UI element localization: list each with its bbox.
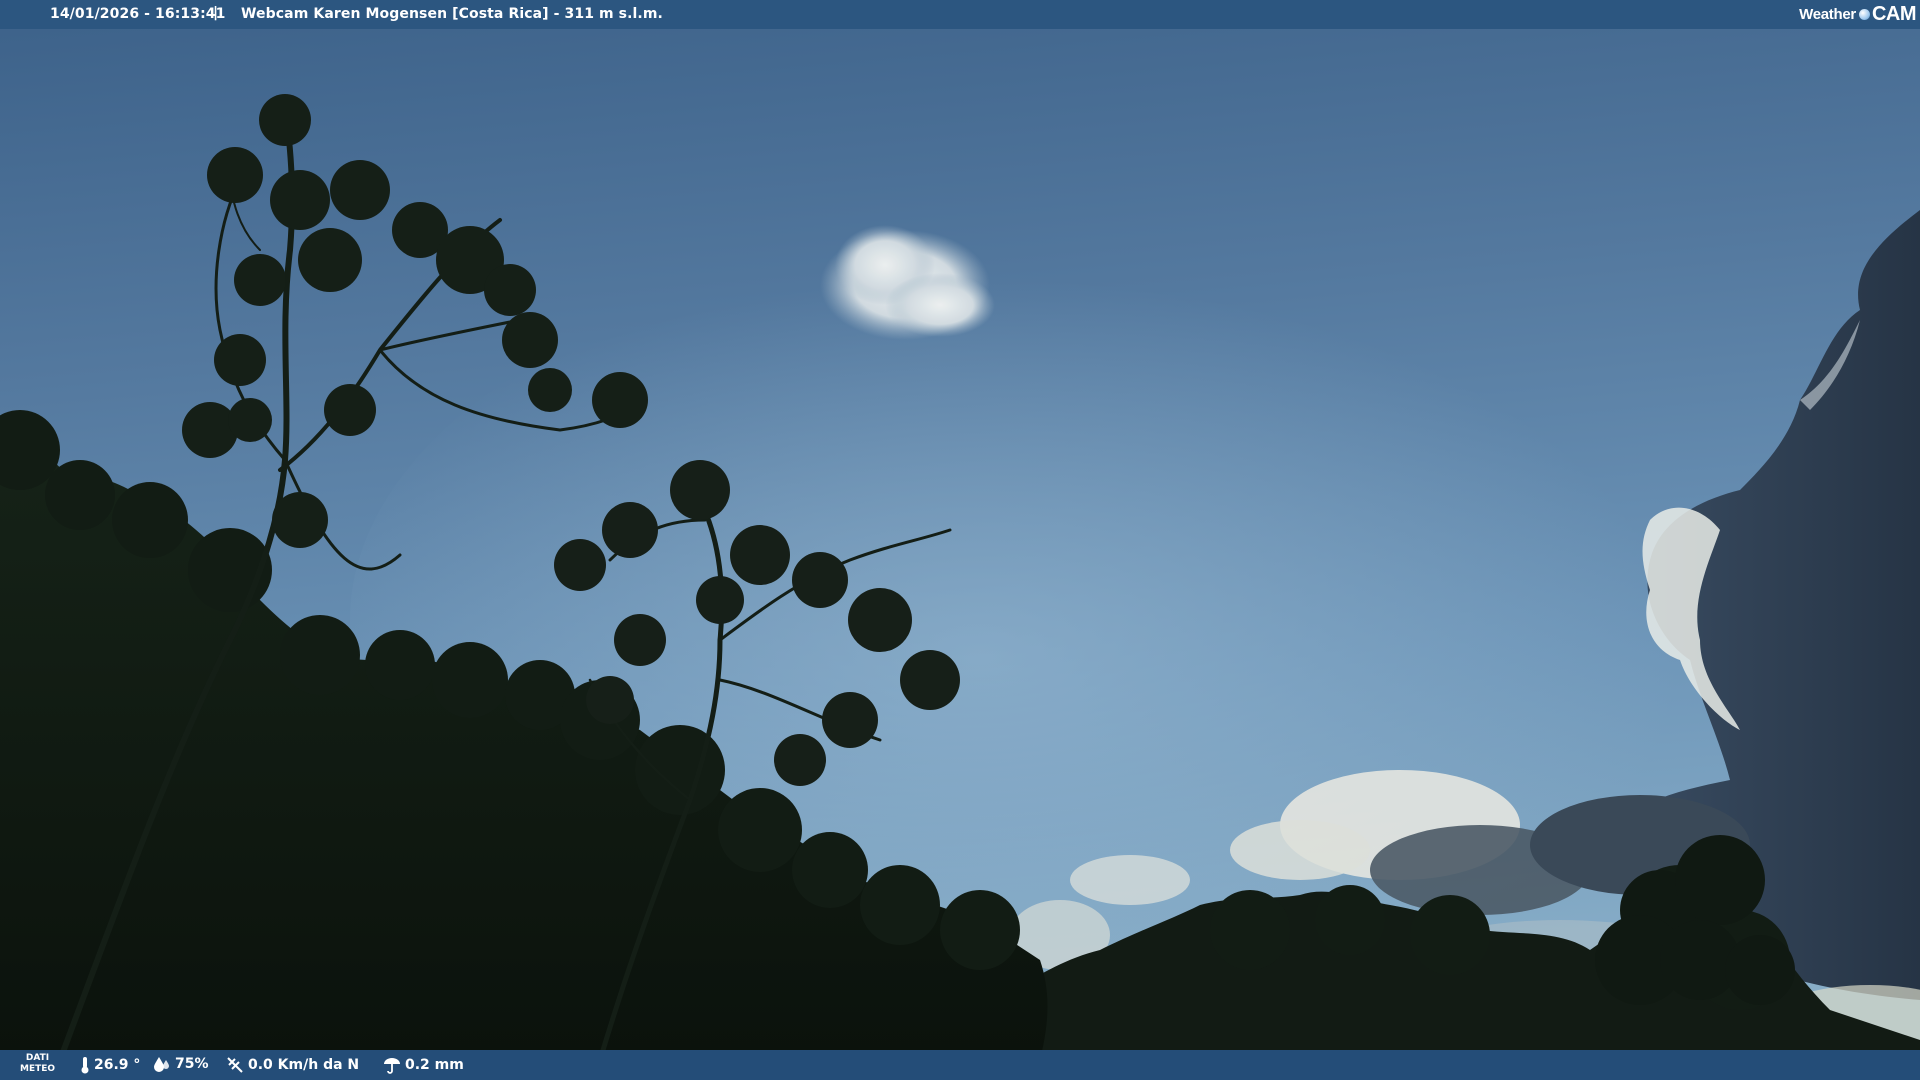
temperature-reading: 26.9 ° — [80, 1056, 140, 1074]
timestamp-label: 14/01/2026 - 16:13:41 — [50, 6, 226, 22]
webcam-title: Webcam Karen Mogensen [Costa Rica] - 311… — [241, 6, 663, 22]
globe-icon — [1858, 9, 1870, 20]
humidity-reading: 75% — [153, 1056, 209, 1072]
top-info-bar: 14/01/2026 - 16:13:41 | Webcam Karen Mog… — [0, 0, 1920, 29]
temperature-value: 26.9 ° — [94, 1057, 141, 1073]
wind-icon — [227, 1057, 243, 1073]
humidity-value: 75% — [175, 1056, 209, 1072]
dati-meteo-label: DATI METEO — [20, 1053, 56, 1074]
rain-value: 0.2 mm — [405, 1057, 464, 1073]
logo-weather-text: Weather — [1799, 6, 1856, 23]
rain-gauge-icon — [384, 1058, 400, 1074]
logo-cam-text: CAM — [1871, 3, 1917, 25]
wind-reading: 0.0 Km/h da N — [226, 1056, 359, 1074]
wind-value: 0.0 Km/h da N — [248, 1057, 360, 1073]
weather-data-bar: DATI METEO 26.9 ° 75% 0.0 Km/h da N 0.2 … — [0, 1050, 1920, 1080]
humidity-drop-icon — [154, 1057, 169, 1072]
webcam-image — [0, 0, 1920, 1080]
rain-reading: 0.2 mm — [383, 1056, 464, 1074]
thermometer-icon — [81, 1057, 89, 1074]
webcam-frame: 14/01/2026 - 16:13:41 | Webcam Karen Mog… — [0, 0, 1920, 1080]
header-separator: | — [213, 5, 219, 21]
weathercam-logo: Weather CAM — [1799, 3, 1916, 26]
